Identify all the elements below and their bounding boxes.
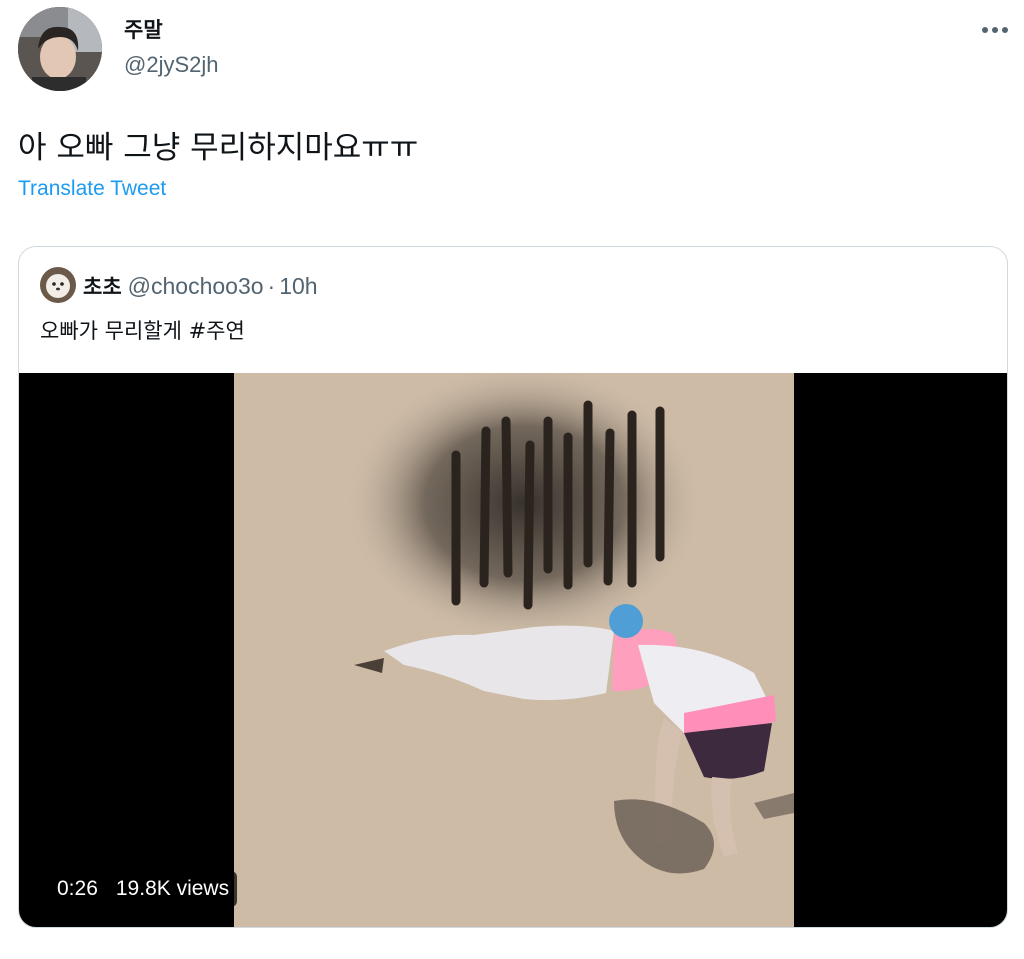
quoted-author-avatar[interactable] <box>40 267 76 303</box>
header-separator: · <box>267 273 276 299</box>
video-frame <box>234 373 794 927</box>
quoted-avatar-image <box>40 267 76 303</box>
video-meta-overlay: 0:26 19.8K views <box>47 871 238 907</box>
more-horizontal-icon <box>982 27 1008 33</box>
translate-tweet-link[interactable]: Translate Tweet <box>18 177 166 201</box>
quoted-tweet-text: 오빠가 무리할게 #주연 <box>40 319 245 343</box>
quoted-author-handle[interactable]: @chochoo3o <box>128 273 264 299</box>
author-handle[interactable]: @2jyS2jh <box>124 52 219 78</box>
video-view-count: 19.8K views <box>115 877 230 900</box>
more-options-button[interactable] <box>980 18 1010 42</box>
quoted-tweet-time[interactable]: 10h <box>279 273 317 299</box>
author-avatar-image <box>18 7 102 91</box>
video-duration: 0:26 <box>57 877 98 900</box>
tweet-text: 아 오빠 그냥 무리하지마요ㅠㅠ <box>18 130 419 166</box>
video-player[interactable]: 0:26 19.8K views <box>19 373 1007 927</box>
quoted-author-name[interactable]: 초초 <box>83 275 122 299</box>
quoted-tweet-card[interactable]: 초초 @chochoo3o · 10h 오빠가 무리할게 #주연 0:26 19… <box>18 246 1008 928</box>
author-avatar[interactable] <box>18 7 102 91</box>
quoted-tweet-header: 초초 @chochoo3o · 10h <box>83 271 318 301</box>
author-name[interactable]: 주말 <box>124 14 163 44</box>
